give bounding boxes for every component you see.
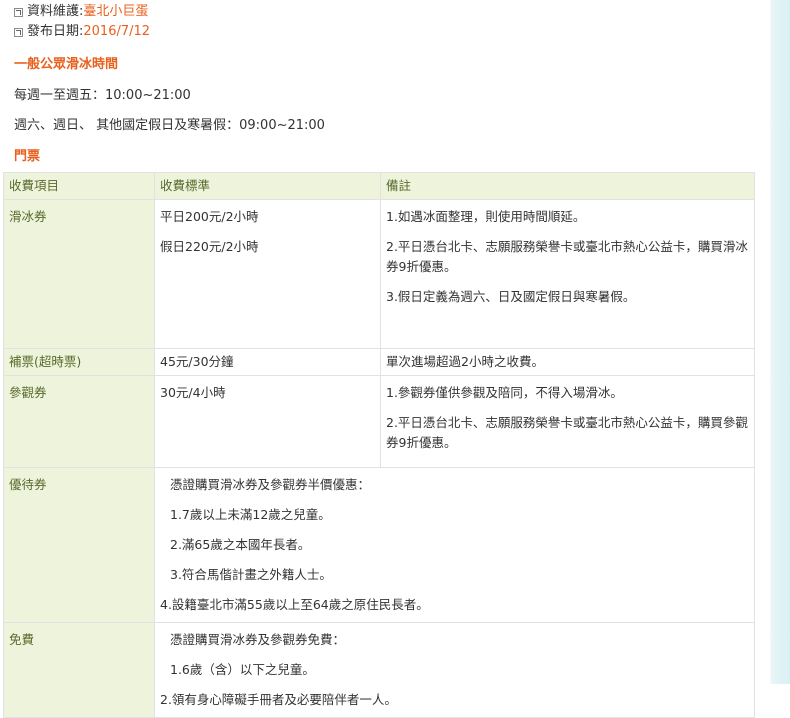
public-skating-title: 一般公眾滑冰時間 xyxy=(14,57,119,72)
row-item: 參觀券 xyxy=(3,375,155,468)
weekend-hours: 週六、週日、 其他國定假日及寒暑假：09:00~21:00 xyxy=(14,118,325,133)
table-row: 參觀券 30元/4小時 1.參觀券僅供參觀及陪同，不得入場滑冰。 2.平日憑台北… xyxy=(3,375,755,468)
fee-table: 收費項目 收費標準 備註 滑冰券 平日200元/2小時 假日220元/2小時 1… xyxy=(3,172,755,718)
header-price: 收費標準 xyxy=(154,172,381,200)
publish-date-value: 2016/7/12 xyxy=(83,24,151,39)
row-note: 1.如遇冰面整理，則使用時間順延。 2.平日憑台北卡、志願服務榮譽卡或臺北市熱心… xyxy=(380,199,755,349)
maintainer-label: 資料維護: xyxy=(27,4,84,19)
note-line: 3.假日定義為週六、日及國定假日與寒暑假。 xyxy=(386,289,636,304)
table-header-row: 收費項目 收費標準 備註 xyxy=(3,172,755,200)
table-row: 優待券 憑證購買滑冰券及參觀券半價優惠： 1.7歲以上未滿12歲之兒童。 2.滿… xyxy=(3,467,755,623)
row-note: 單次進場超過2小時之收費。 xyxy=(380,348,755,376)
detail-line: 憑證購買滑冰券及參觀券半價優惠： xyxy=(170,477,371,492)
detail-line: 憑證購買滑冰券及參觀券免費： xyxy=(170,632,346,647)
right-side-strip xyxy=(770,0,790,684)
row-item: 免費 xyxy=(3,622,155,718)
external-link-icon xyxy=(14,7,23,17)
note-line: 2.平日憑台北卡、志願服務榮譽卡或臺北市熱心公益卡，購買參觀券9折優惠。 xyxy=(386,415,748,450)
detail-line: 1.6歲（含）以下之兒童。 xyxy=(170,662,315,677)
detail-line: 3.符合馬偕計畫之外籍人士。 xyxy=(170,567,332,582)
publish-date-label: 發布日期: xyxy=(27,24,84,39)
tickets-title: 門票 xyxy=(14,149,41,164)
row-detail: 憑證購買滑冰券及參觀券免費： 1.6歲（含）以下之兒童。 2.領有身心障礙手冊者… xyxy=(154,622,755,718)
row-price: 30元/4小時 xyxy=(154,375,381,468)
note-line: 2.平日憑台北卡、志願服務榮譽卡或臺北市熱心公益卡，購買滑冰券9折優惠。 xyxy=(386,239,748,274)
detail-line: 2.領有身心障礙手冊者及必要陪伴者一人。 xyxy=(160,692,397,707)
weekday-hours: 每週一至週五：10:00~21:00 xyxy=(14,88,191,103)
table-row: 免費 憑證購買滑冰券及參觀券免費： 1.6歲（含）以下之兒童。 2.領有身心障礙… xyxy=(3,622,755,718)
price-line: 平日200元/2小時 xyxy=(160,209,259,224)
header-item: 收費項目 xyxy=(3,172,155,200)
maintainer-row: 資料維護: 臺北小巨蛋 xyxy=(14,3,148,21)
row-item: 優待券 xyxy=(3,467,155,623)
note-line: 1.如遇冰面整理，則使用時間順延。 xyxy=(386,209,586,224)
header-note: 備註 xyxy=(380,172,755,200)
row-price: 45元/30分鐘 xyxy=(154,348,381,376)
row-detail: 憑證購買滑冰券及參觀券半價優惠： 1.7歲以上未滿12歲之兒童。 2.滿65歲之… xyxy=(154,467,755,623)
note-line: 1.參觀券僅供參觀及陪同，不得入場滑冰。 xyxy=(386,385,623,400)
row-price: 平日200元/2小時 假日220元/2小時 xyxy=(154,199,381,349)
detail-line: 4.設籍臺北市滿55歲以上至64歲之原住民長者。 xyxy=(160,597,429,612)
publish-date-row: 發布日期: 2016/7/12 xyxy=(14,23,150,41)
external-link-icon xyxy=(14,27,23,37)
row-note: 1.參觀券僅供參觀及陪同，不得入場滑冰。 2.平日憑台北卡、志願服務榮譽卡或臺北… xyxy=(380,375,755,468)
row-item: 滑冰券 xyxy=(3,199,155,349)
price-line: 假日220元/2小時 xyxy=(160,239,259,254)
detail-line: 1.7歲以上未滿12歲之兒童。 xyxy=(170,507,331,522)
row-item: 補票(超時票) xyxy=(3,348,155,376)
maintainer-value: 臺北小巨蛋 xyxy=(83,4,149,19)
detail-line: 2.滿65歲之本國年長者。 xyxy=(170,537,311,552)
table-row: 滑冰券 平日200元/2小時 假日220元/2小時 1.如遇冰面整理，則使用時間… xyxy=(3,199,755,349)
table-row: 補票(超時票) 45元/30分鐘 單次進場超過2小時之收費。 xyxy=(3,348,755,376)
